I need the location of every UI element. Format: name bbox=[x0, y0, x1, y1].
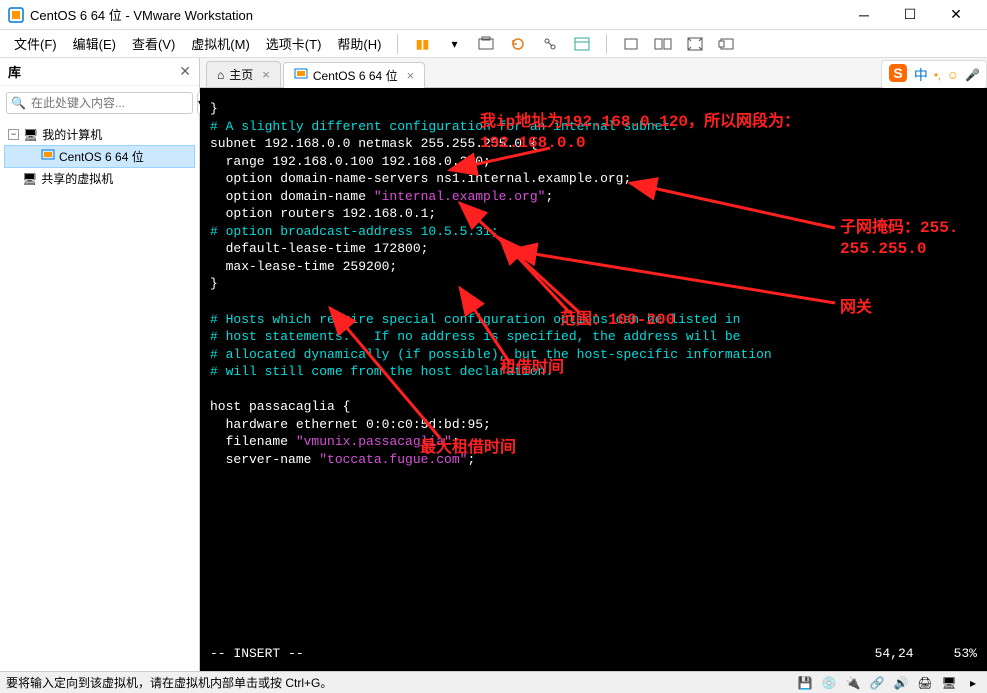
computer-icon: 🖥 bbox=[23, 128, 38, 142]
titlebar: CentOS 6 64 位 - VMware Workstation ─ ☐ ✕ bbox=[0, 0, 987, 30]
cursor-position: 54,24 bbox=[875, 645, 914, 663]
ime-panel: S 中 •‚ ☺ 🎤 bbox=[881, 60, 987, 89]
vm-icon bbox=[41, 148, 55, 165]
tab-home-label: 主页 bbox=[229, 66, 253, 83]
library-tree: − 🖥 我的计算机 CentOS 6 64 位 🖥 共享的虚拟机 bbox=[0, 120, 199, 671]
terminal-statusline: -- INSERT -- 54,24 53% bbox=[210, 645, 977, 663]
device-more-icon[interactable]: ▸ bbox=[965, 675, 981, 691]
tab-vm-label: CentOS 6 64 位 bbox=[313, 67, 398, 84]
tree-vm-label: CentOS 6 64 位 bbox=[59, 148, 144, 165]
scroll-percent: 53% bbox=[954, 645, 977, 663]
toolbar-dropdown[interactable]: ▾ bbox=[440, 32, 468, 56]
menu-file[interactable]: 文件(F) bbox=[8, 30, 63, 57]
home-icon: ⌂ bbox=[217, 68, 224, 82]
terminal-content: } # A slightly different configuration f… bbox=[210, 100, 977, 468]
menu-help[interactable]: 帮助(H) bbox=[331, 30, 387, 57]
tab-close[interactable]: × bbox=[262, 67, 270, 82]
minimize-button[interactable]: ─ bbox=[841, 0, 887, 30]
tree-vm-item[interactable]: CentOS 6 64 位 bbox=[4, 145, 195, 168]
fullscreen-icon[interactable] bbox=[681, 32, 709, 56]
vim-mode: -- INSERT -- bbox=[210, 645, 304, 663]
device-cd-icon[interactable]: 💿 bbox=[821, 675, 837, 691]
app-icon bbox=[8, 7, 24, 23]
menu-tabs[interactable]: 选项卡(T) bbox=[260, 30, 328, 57]
snapshot-icon[interactable] bbox=[472, 32, 500, 56]
maximize-button[interactable]: ☐ bbox=[887, 0, 933, 30]
sidebar-close-button[interactable]: ✕ bbox=[179, 63, 191, 80]
vm-icon bbox=[294, 67, 308, 84]
close-button[interactable]: ✕ bbox=[933, 0, 979, 30]
tree-shared[interactable]: 🖥 共享的虚拟机 bbox=[4, 168, 195, 189]
manage-snapshots-icon[interactable] bbox=[536, 32, 564, 56]
menubar: 文件(F) 编辑(E) 查看(V) 虚拟机(M) 选项卡(T) 帮助(H) ▮▮… bbox=[0, 30, 987, 58]
sidebar-title: 库 bbox=[8, 62, 179, 81]
ime-lang[interactable]: 中 bbox=[914, 65, 928, 85]
search-input[interactable] bbox=[6, 92, 193, 114]
window-controls: ─ ☐ ✕ bbox=[841, 0, 979, 30]
terminal[interactable]: } # A slightly different configuration f… bbox=[200, 88, 987, 671]
device-disk-icon[interactable]: 💾 bbox=[797, 675, 813, 691]
tree-root[interactable]: − 🖥 我的计算机 bbox=[4, 124, 195, 145]
content-area: ⌂ 主页 × CentOS 6 64 位 × } # A slightly di… bbox=[200, 58, 987, 671]
ime-punct-icon[interactable]: •‚ bbox=[934, 68, 941, 82]
status-text: 要将输入定向到该虚拟机，请在虚拟机内部单击或按 Ctrl+G。 bbox=[6, 674, 797, 691]
shared-icon: 🖥 bbox=[22, 172, 37, 186]
tab-vm[interactable]: CentOS 6 64 位 × bbox=[283, 62, 425, 88]
ime-logo-icon: S bbox=[888, 63, 908, 86]
tree-root-label: 我的计算机 bbox=[42, 126, 102, 143]
menu-edit[interactable]: 编辑(E) bbox=[67, 30, 122, 57]
ime-face-icon[interactable]: ☺ bbox=[947, 68, 959, 82]
search-icon: 🔍 bbox=[11, 96, 26, 110]
svg-text:S: S bbox=[893, 65, 902, 81]
statusbar: 要将输入定向到该虚拟机，请在虚拟机内部单击或按 Ctrl+G。 💾 💿 🔌 🔗 … bbox=[0, 671, 987, 693]
library-sidebar: 库 ✕ 🔍 ▾ − 🖥 我的计算机 CentOS 6 64 位 🖥 共享的虚拟机 bbox=[0, 58, 200, 671]
tabs-row: ⌂ 主页 × CentOS 6 64 位 × bbox=[200, 58, 987, 88]
menu-vm[interactable]: 虚拟机(M) bbox=[185, 30, 256, 57]
revert-icon[interactable] bbox=[504, 32, 532, 56]
pause-button[interactable]: ▮▮ bbox=[408, 32, 436, 56]
single-window-icon[interactable] bbox=[617, 32, 645, 56]
collapse-icon[interactable]: − bbox=[8, 129, 19, 140]
device-sound-icon[interactable]: 🔊 bbox=[893, 675, 909, 691]
tree-shared-label: 共享的虚拟机 bbox=[41, 170, 113, 187]
device-network-icon[interactable]: 🔌 bbox=[845, 675, 861, 691]
ime-mic-icon[interactable]: 🎤 bbox=[965, 68, 980, 82]
separator bbox=[606, 34, 607, 54]
window-title: CentOS 6 64 位 - VMware Workstation bbox=[30, 5, 841, 24]
tab-home[interactable]: ⌂ 主页 × bbox=[206, 61, 281, 87]
menu-view[interactable]: 查看(V) bbox=[126, 30, 181, 57]
unity-icon[interactable] bbox=[713, 32, 741, 56]
settings-icon[interactable] bbox=[568, 32, 596, 56]
device-printer-icon[interactable]: 🖨 bbox=[917, 675, 933, 691]
multi-window-icon[interactable] bbox=[649, 32, 677, 56]
tab-close[interactable]: × bbox=[407, 68, 415, 83]
separator bbox=[397, 34, 398, 54]
device-display-icon[interactable]: 🖥 bbox=[941, 675, 957, 691]
device-usb-icon[interactable]: 🔗 bbox=[869, 675, 885, 691]
